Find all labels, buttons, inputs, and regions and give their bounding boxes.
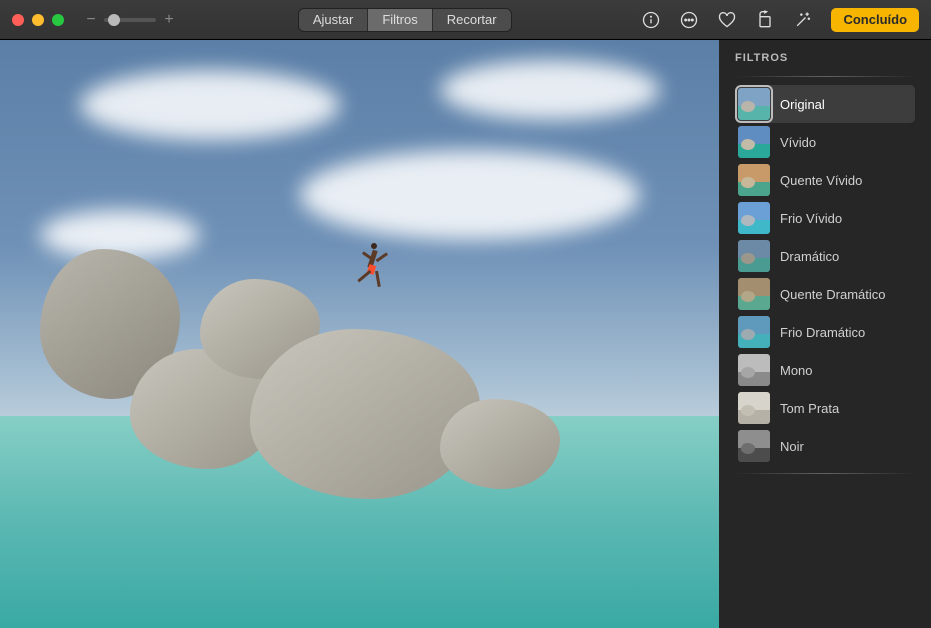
filter-thumbnail — [738, 88, 770, 120]
filter-option-tom-prata[interactable]: Tom Prata — [735, 389, 915, 427]
edit-mode-tabs: Ajustar Filtros Recortar — [298, 8, 512, 32]
divider — [735, 76, 915, 77]
zoom-slider[interactable] — [104, 18, 156, 22]
heart-icon[interactable] — [717, 10, 737, 30]
filter-option-noir[interactable]: Noir — [735, 427, 915, 465]
zoom-in-button[interactable]: + — [162, 11, 176, 29]
photo-preview — [0, 40, 719, 628]
minimize-window-icon[interactable] — [32, 14, 44, 26]
filter-label: Quente Vívido — [780, 173, 862, 188]
rotate-icon[interactable] — [755, 10, 775, 30]
filter-option-vívido[interactable]: Vívido — [735, 123, 915, 161]
filter-option-quente-vívido[interactable]: Quente Vívido — [735, 161, 915, 199]
filter-label: Quente Dramático — [780, 287, 886, 302]
filter-thumbnail — [738, 202, 770, 234]
filter-label: Original — [780, 97, 825, 112]
info-icon[interactable] — [641, 10, 661, 30]
wand-icon[interactable] — [793, 10, 813, 30]
filter-label: Dramático — [780, 249, 839, 264]
done-button[interactable]: Concluído — [831, 8, 919, 32]
filter-option-frio-dramático[interactable]: Frio Dramático — [735, 313, 915, 351]
filters-sidebar: FILTROS Original Vívido Quente Vívido Frio … — [719, 40, 931, 628]
filter-option-frio-vívido[interactable]: Frio Vívido — [735, 199, 915, 237]
close-window-icon[interactable] — [12, 14, 24, 26]
filter-label: Noir — [780, 439, 804, 454]
tab-filters[interactable]: Filtros — [368, 9, 432, 31]
filter-thumbnail — [738, 126, 770, 158]
filter-option-mono[interactable]: Mono — [735, 351, 915, 389]
toolbar: − + Ajustar Filtros Recortar Concluído — [0, 0, 931, 40]
filter-thumbnail — [738, 392, 770, 424]
filter-thumbnail — [738, 164, 770, 196]
window-controls — [12, 14, 64, 26]
photo-canvas[interactable] — [0, 40, 719, 628]
filter-label: Vívido — [780, 135, 816, 150]
filter-option-dramático[interactable]: Dramático — [735, 237, 915, 275]
zoom-control: − + — [84, 11, 176, 29]
filter-label: Frio Vívido — [780, 211, 842, 226]
filter-label: Tom Prata — [780, 401, 839, 416]
toolbar-actions — [641, 10, 813, 30]
sidebar-title: FILTROS — [735, 52, 915, 64]
filter-thumbnail — [738, 430, 770, 462]
zoom-out-button[interactable]: − — [84, 11, 98, 29]
filter-thumbnail — [738, 316, 770, 348]
filter-option-quente-dramático[interactable]: Quente Dramático — [735, 275, 915, 313]
main-area: FILTROS Original Vívido Quente Vívido Frio … — [0, 40, 931, 628]
tab-adjust[interactable]: Ajustar — [299, 9, 368, 31]
tab-crop[interactable]: Recortar — [433, 9, 511, 31]
more-icon[interactable] — [679, 10, 699, 30]
filter-thumbnail — [738, 278, 770, 310]
fullscreen-window-icon[interactable] — [52, 14, 64, 26]
filter-thumbnail — [738, 354, 770, 386]
divider — [735, 473, 915, 474]
filter-label: Mono — [780, 363, 813, 378]
filter-thumbnail — [738, 240, 770, 272]
filter-option-original[interactable]: Original — [735, 85, 915, 123]
filter-label: Frio Dramático — [780, 325, 865, 340]
filter-list: Original Vívido Quente Vívido Frio Vívido Dr… — [735, 85, 915, 465]
